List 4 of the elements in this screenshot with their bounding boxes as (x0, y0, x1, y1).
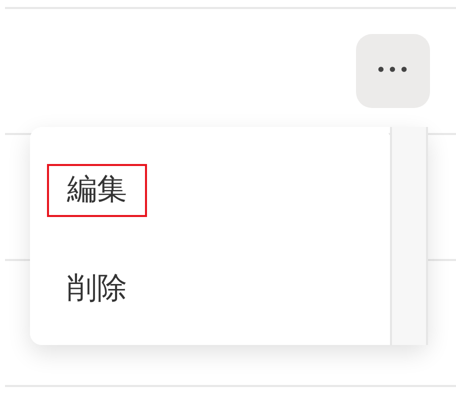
menu-item[interactable]: 編集 (47, 164, 147, 217)
more-button[interactable]: ••• (356, 34, 430, 108)
menu-item[interactable]: 削除 (47, 263, 147, 316)
scrollbar[interactable] (390, 127, 428, 345)
